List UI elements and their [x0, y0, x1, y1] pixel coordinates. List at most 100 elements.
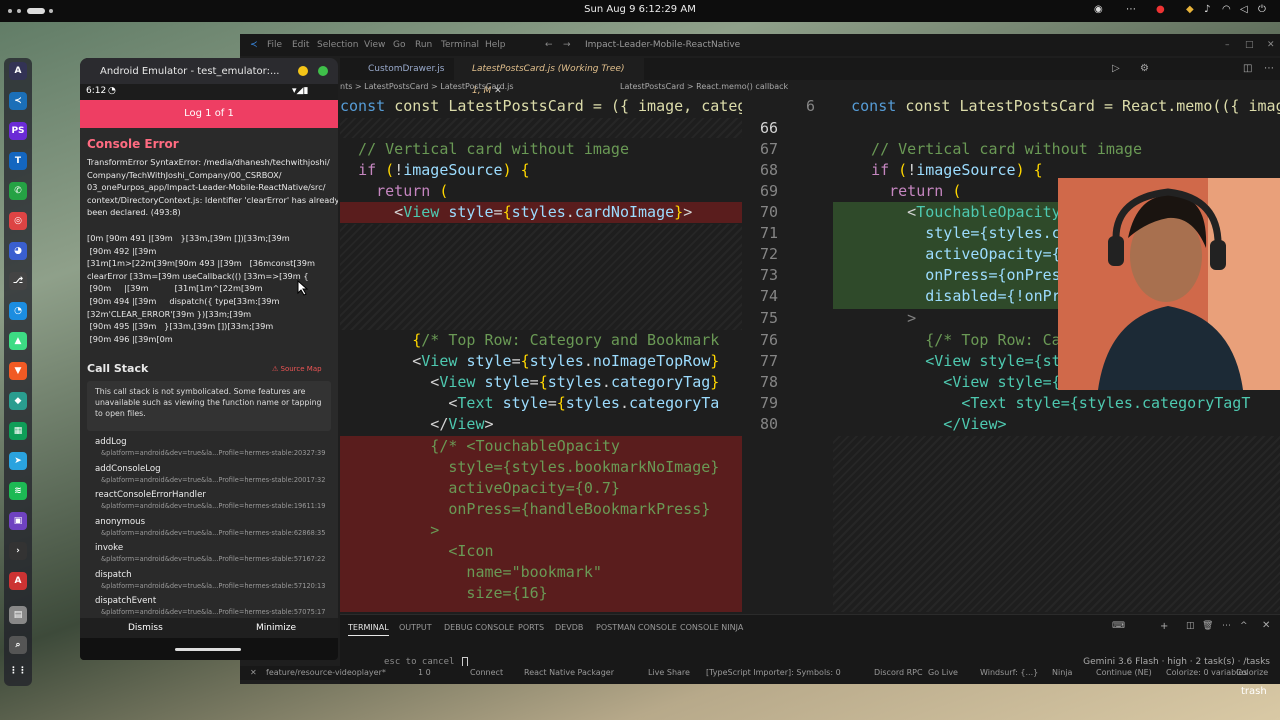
menu-edit[interactable]: Edit	[292, 40, 309, 50]
network-icon[interactable]: ◉	[1094, 4, 1103, 15]
colorize[interactable]: Colorize	[1236, 668, 1268, 677]
rn-packager[interactable]: React Native Packager	[524, 668, 614, 677]
stack-frame[interactable]: anonymous	[95, 517, 145, 527]
home-gesture-handle[interactable]	[175, 648, 241, 651]
stack-frame[interactable]: invoke	[95, 543, 123, 553]
trash-label[interactable]: trash	[1241, 686, 1267, 697]
source-map-button[interactable]: ⚠ Source Map	[272, 365, 322, 373]
close-icon[interactable]: ✕	[1267, 40, 1275, 50]
discord-icon[interactable]: ◕	[9, 242, 27, 260]
android-icon[interactable]: ▲	[9, 332, 27, 350]
menu-file[interactable]: File	[267, 40, 282, 50]
tab-terminal[interactable]: TERMINAL	[348, 623, 389, 636]
more-actions-icon[interactable]: ⋯	[1264, 63, 1274, 74]
forward-icon[interactable]: →	[563, 40, 571, 50]
trash-terminal-icon[interactable]: 🗑	[1202, 621, 1213, 631]
tab-devdb[interactable]: DEVDB	[555, 623, 583, 632]
terminal-shell-icon[interactable]: ⌨	[1112, 621, 1125, 631]
pdf-icon[interactable]: A	[9, 572, 27, 590]
stack-frame[interactable]: reactConsoleErrorHandler	[95, 490, 206, 500]
code-line-added: disabled={!onPre	[853, 287, 1070, 305]
terminal2-icon[interactable]: ›	[9, 542, 27, 560]
browser-icon[interactable]: ◔	[9, 302, 27, 320]
stack-frame[interactable]: addConsoleLog	[95, 464, 161, 474]
record-icon[interactable]: ●	[1156, 4, 1165, 15]
ts-importer[interactable]: [TypeScript Importer]: Symbols: 0	[706, 668, 841, 677]
menu-terminal[interactable]: Terminal	[441, 40, 479, 50]
app-icon[interactable]: ◆	[9, 392, 27, 410]
git-icon[interactable]: ⎇	[9, 272, 27, 290]
stack-frame[interactable]: addLog	[95, 437, 127, 447]
close-panel-icon[interactable]: ✕	[1262, 620, 1270, 631]
maximize-emulator-icon[interactable]	[318, 66, 328, 76]
whatsapp-icon[interactable]: ✆	[9, 182, 27, 200]
discord-rpc[interactable]: Discord RPC	[874, 668, 923, 677]
phpstorm-icon[interactable]: PS	[9, 122, 27, 140]
tab-ports[interactable]: PORTS	[518, 623, 544, 632]
power-icon[interactable]: ⏻	[1258, 4, 1266, 15]
app-grid-icon[interactable]: ⋮⋮	[9, 662, 27, 680]
new-terminal-icon[interactable]: +	[1160, 621, 1168, 632]
tab-console-ninja[interactable]: CONSOLE NINJA	[680, 623, 743, 632]
line-number: 68	[760, 161, 779, 179]
connect-item[interactable]: Connect	[470, 668, 503, 677]
wifi-icon[interactable]: ◠	[1222, 4, 1231, 15]
menu-selection[interactable]: Selection	[317, 40, 358, 50]
tab-label: LatestPostsCard.js (Working Tree)	[472, 64, 625, 74]
spotify-icon[interactable]: ≋	[9, 482, 27, 500]
minimize-emulator-icon[interactable]	[298, 66, 308, 76]
code-line-removed: style={styles.bookmarkNoImage}	[340, 458, 720, 476]
minimize-icon[interactable]: –	[1225, 40, 1230, 50]
settings-icon[interactable]: ⌕	[9, 636, 27, 654]
minimize-button[interactable]: Minimize	[256, 623, 296, 633]
brave-icon[interactable]: ▼	[9, 362, 27, 380]
run-icon[interactable]: ▷	[1112, 63, 1120, 74]
diff-left-pane[interactable]: const const LatestPostsCard = ({ image, …	[340, 96, 742, 612]
sheets-icon[interactable]: ▦	[9, 422, 27, 440]
editor-actions-icon[interactable]: ⚙	[1140, 63, 1149, 74]
tab-postman-console[interactable]: POSTMAN CONSOLE	[596, 623, 677, 632]
files-icon[interactable]: ▤	[9, 606, 27, 624]
breadcrumb[interactable]: nts > LatestPostsCard > LatestPostsCard.…	[340, 82, 514, 96]
volume-icon[interactable]: ◁	[1240, 4, 1248, 15]
tab-latestpostscard[interactable]: LatestPostsCard.js (Working Tree) 1, M ✕	[454, 58, 644, 96]
maximize-panel-icon[interactable]: ^	[1240, 621, 1248, 631]
menu-view[interactable]: View	[364, 40, 385, 50]
terminal-icon[interactable]: T	[9, 152, 27, 170]
vscode-icon[interactable]: ≺	[9, 92, 27, 110]
mic-icon[interactable]: ♪	[1204, 4, 1210, 15]
menu-dots-icon[interactable]: ⋯	[1126, 4, 1136, 15]
clock[interactable]: Sun Aug 9 6:12:29 AM	[0, 4, 1280, 15]
stack-frame[interactable]: dispatch	[95, 570, 132, 580]
tab-debug-console[interactable]: DEBUG CONSOLE	[444, 623, 514, 632]
windsurf[interactable]: Windsurf: {...}	[980, 668, 1038, 677]
maximize-icon[interactable]: □	[1245, 40, 1254, 50]
breadcrumb[interactable]: LatestPostsCard > React.memo() callback	[620, 82, 788, 96]
dismiss-button[interactable]: Dismiss	[128, 623, 163, 633]
continue[interactable]: Continue (NE)	[1096, 668, 1152, 677]
problems-count[interactable]: 1 0	[418, 668, 431, 677]
bulb-icon[interactable]: ◆	[1186, 4, 1194, 15]
logbox[interactable]: Console Error TransformError SyntaxError…	[80, 128, 338, 618]
android-emulator-window: Android Emulator - test_emulator:... 6:1…	[80, 58, 338, 660]
menu-go[interactable]: Go	[393, 40, 405, 50]
go-live[interactable]: Go Live	[928, 668, 958, 677]
remote-icon[interactable]: ✕	[250, 668, 257, 677]
live-share[interactable]: Live Share	[648, 668, 690, 677]
stack-frame[interactable]: dispatchEvent	[95, 596, 156, 606]
split-editor-icon[interactable]: ◫	[1243, 63, 1252, 74]
back-icon[interactable]: ←	[545, 40, 553, 50]
window-title[interactable]: Impact-Leader-Mobile-ReactNative	[585, 40, 740, 50]
screen-record-icon[interactable]: ▣	[9, 512, 27, 530]
tab-output[interactable]: OUTPUT	[399, 623, 432, 632]
more-icon[interactable]: ⋯	[1222, 621, 1231, 631]
tab-customdrawer[interactable]: CustomDrawer.js	[350, 58, 454, 80]
menu-help[interactable]: Help	[485, 40, 506, 50]
chrome-icon[interactable]: ◎	[9, 212, 27, 230]
menu-run[interactable]: Run	[415, 40, 432, 50]
split-terminal-icon[interactable]: ◫	[1186, 621, 1195, 631]
ninja[interactable]: Ninja	[1052, 668, 1072, 677]
telegram-icon[interactable]: ➤	[9, 452, 27, 470]
git-branch[interactable]: feature/resource-videoplayer*	[266, 668, 386, 677]
launcher-icon[interactable]: A	[9, 62, 27, 80]
